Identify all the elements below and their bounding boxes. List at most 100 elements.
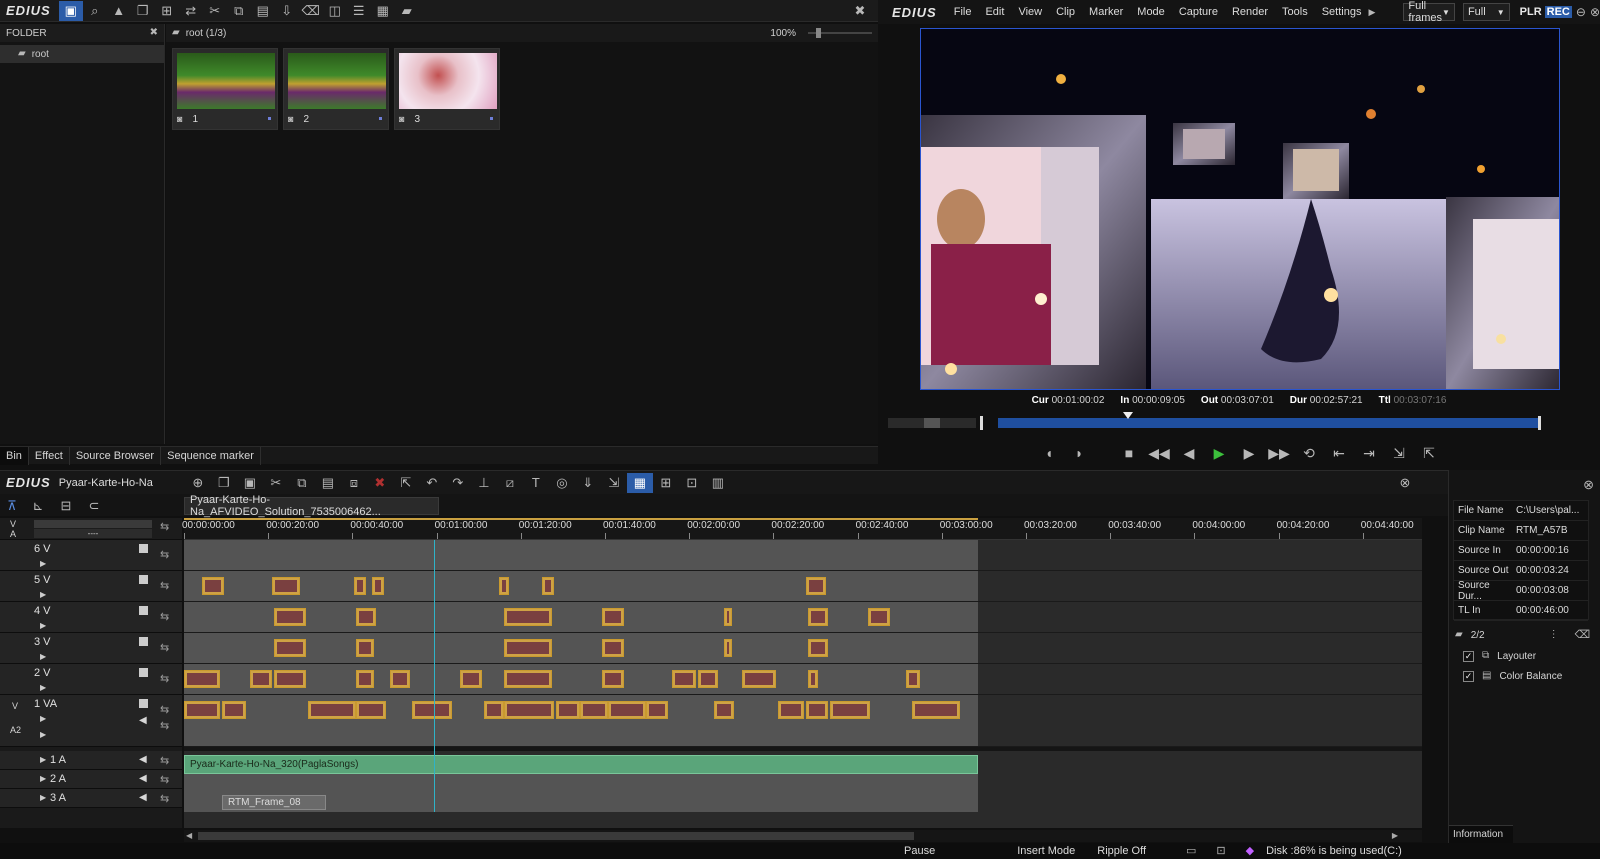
track-3a[interactable]: ▶ 3 A ◀ ⇆	[0, 789, 182, 808]
overwrite-to-timeline-icon[interactable]: ⇥	[1359, 443, 1379, 463]
video-clip[interactable]	[602, 608, 624, 626]
video-clip[interactable]	[724, 639, 732, 657]
timeline-tracks[interactable]: Pyaar-Karte-Ho-Na_320(PaglaSongs) RTM_Fr…	[184, 540, 1422, 828]
video-clip[interactable]	[698, 670, 718, 688]
track-swap-icon[interactable]: ⇆	[160, 579, 169, 592]
video-clip[interactable]	[906, 670, 920, 688]
add-cut-icon[interactable]: ⊥	[471, 473, 497, 493]
track-lane-2a[interactable]	[184, 774, 1422, 793]
effect-row-color-balance[interactable]: ✓ ▤ Color Balance	[1449, 666, 1600, 686]
new-sequence-icon[interactable]: ⇄	[179, 1, 203, 21]
sequence-tab[interactable]: Pyaar-Karte-Ho-Na_AFVIDEO_Solution_75350…	[184, 494, 439, 518]
timeline-ruler[interactable]: 00:00:00:00 00:00:20:00 00:00:40:00 00:01:0…	[182, 518, 1422, 540]
preview-monitor[interactable]	[920, 28, 1560, 390]
video-clip[interactable]	[806, 577, 826, 595]
track-lane-1a[interactable]: Pyaar-Karte-Ho-Na_320(PaglaSongs)	[184, 755, 1422, 774]
close-folder-icon[interactable]: ✖	[150, 28, 158, 38]
track-visibility-icon[interactable]	[139, 544, 148, 553]
menu-file[interactable]: File	[947, 6, 979, 18]
cut-icon[interactable]: ✂	[263, 473, 289, 493]
track-visibility-icon[interactable]	[139, 606, 148, 615]
trash-icon[interactable]: ⌫	[1575, 629, 1591, 641]
video-clip[interactable]	[868, 608, 890, 626]
menu-render[interactable]: Render	[1225, 6, 1275, 18]
audio-mixer-icon[interactable]: ◎	[549, 473, 575, 493]
track-lane-5v[interactable]	[184, 571, 1422, 602]
close-icon[interactable]: ⊗	[1590, 6, 1600, 18]
paste-icon[interactable]: ▤	[251, 1, 275, 21]
video-clip[interactable]	[808, 670, 818, 688]
track-visibility-icon[interactable]	[139, 575, 148, 584]
video-clip[interactable]	[460, 670, 482, 688]
bin-clip-3[interactable]: ◙ 3	[394, 48, 500, 130]
video-clip[interactable]	[274, 639, 306, 657]
player-scrubber[interactable]	[888, 412, 1590, 430]
video-clip[interactable]	[830, 701, 870, 719]
track-3v[interactable]: 3 V ▶ ⇆	[0, 633, 182, 664]
properties-icon[interactable]: ◫	[323, 1, 347, 21]
video-clip[interactable]	[372, 577, 384, 595]
video-clip[interactable]	[556, 701, 580, 719]
video-clip[interactable]	[484, 701, 504, 719]
match-frame-icon[interactable]: ⇲	[1389, 443, 1409, 463]
video-clip[interactable]	[542, 577, 554, 595]
toolbox-icon[interactable]: ▰	[395, 1, 419, 21]
menu-settings[interactable]: Settings	[1315, 6, 1369, 18]
track-audio-icon[interactable]: ◀	[139, 715, 147, 726]
monitor-icon[interactable]: ▭	[1186, 845, 1196, 857]
tab-bin[interactable]: Bin	[0, 446, 29, 465]
minimize-icon[interactable]: ⊖	[1576, 6, 1586, 18]
menu-tools[interactable]: Tools	[1275, 6, 1315, 18]
video-clip[interactable]	[202, 577, 224, 595]
bin-clip-1[interactable]: ◙ 1	[172, 48, 278, 130]
menu-capture[interactable]: Capture	[1172, 6, 1225, 18]
stop-icon[interactable]: ■	[1119, 443, 1139, 463]
menu-clip[interactable]: Clip	[1049, 6, 1082, 18]
tab-sequence-marker[interactable]: Sequence marker	[161, 446, 261, 465]
add-to-timeline-icon[interactable]: ⇩	[275, 1, 299, 21]
redo-icon[interactable]: ↷	[445, 473, 471, 493]
video-clip[interactable]	[222, 701, 246, 719]
replace-icon[interactable]: ⧈	[341, 473, 367, 493]
zoom-slider[interactable]	[808, 28, 872, 38]
status-insert-mode[interactable]: Insert Mode	[1017, 845, 1075, 857]
new-sequence-icon[interactable]: ⊕	[185, 473, 211, 493]
folder-root[interactable]: ▰ root	[0, 45, 164, 63]
magnet-icon[interactable]: ⊂	[80, 499, 108, 512]
video-clip[interactable]	[504, 608, 552, 626]
patch-swap-icon[interactable]: ⇆	[160, 520, 169, 533]
insert-to-timeline-icon[interactable]: ⇤	[1329, 443, 1349, 463]
menu-view[interactable]: View	[1011, 6, 1049, 18]
video-clip[interactable]	[274, 670, 306, 688]
delete-icon[interactable]: ✖	[367, 473, 393, 493]
export-icon[interactable]: ⇲	[601, 473, 627, 493]
video-clip[interactable]	[184, 701, 220, 719]
effect-checkbox[interactable]: ✓	[1463, 670, 1474, 682]
track-4v[interactable]: 4 V ▶ ⇆	[0, 602, 182, 633]
effect-checkbox[interactable]: ✓	[1463, 650, 1474, 662]
menu-more-icon[interactable]: ▶	[1368, 7, 1375, 17]
screen-icon[interactable]: ⊡	[1216, 845, 1225, 857]
track-swap-icon[interactable]: ⇆	[160, 672, 169, 685]
video-clip[interactable]	[250, 670, 272, 688]
folder-view-icon[interactable]: ▣	[58, 0, 83, 21]
bin-clip-2[interactable]: ◙ 2	[283, 48, 389, 130]
list-view-icon[interactable]: ☰	[347, 1, 371, 21]
video-clip[interactable]	[504, 670, 552, 688]
video-clip[interactable]	[504, 639, 552, 657]
video-clip[interactable]	[504, 701, 554, 719]
video-clip[interactable]	[602, 639, 624, 657]
video-clip[interactable]	[356, 701, 386, 719]
undo-icon[interactable]: ↶	[419, 473, 445, 493]
tab-information[interactable]: Information	[1449, 825, 1513, 843]
track-swap-icon[interactable]: ⇆	[160, 641, 169, 654]
menu-mode[interactable]: Mode	[1130, 6, 1172, 18]
patch-audio-select[interactable]: ----	[34, 529, 152, 538]
status-ripple[interactable]: Ripple Off	[1097, 845, 1146, 857]
timeline-view-icon[interactable]: ▦	[626, 472, 653, 493]
video-clip[interactable]	[808, 608, 828, 626]
search-icon[interactable]: ⌕	[83, 1, 107, 21]
track-visibility-icon[interactable]	[139, 668, 148, 677]
safe-area-icon[interactable]: ⊡	[679, 473, 705, 493]
copy-icon[interactable]: ⧉	[227, 1, 251, 21]
